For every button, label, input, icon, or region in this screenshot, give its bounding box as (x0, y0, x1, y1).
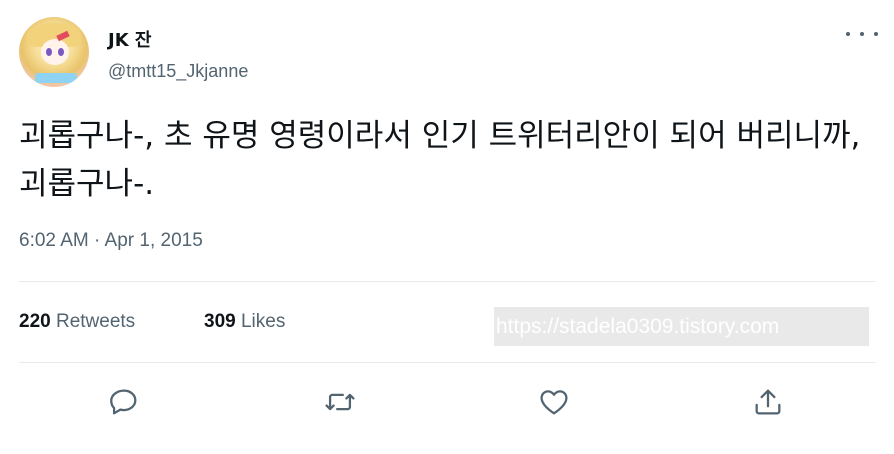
user-handle[interactable]: @tmtt15_Jkjanne (108, 61, 248, 82)
tweet-text: 괴롭구나-, 초 유명 영령이라서 인기 트위터리안이 되어 버리니까, 괴롭구… (19, 118, 861, 202)
retweets-count: 220 (19, 311, 51, 332)
watermark: https://stadela0309.tistory.com (494, 307, 869, 346)
avatar-eye-right (58, 48, 64, 56)
avatar-eye-left (46, 48, 52, 56)
tweet-actions (0, 382, 894, 422)
retweets-stat[interactable]: 220 Retweets (19, 311, 135, 333)
more-horizontal-icon (846, 32, 850, 36)
retweets-label: Retweets (55, 311, 136, 332)
likes-stat[interactable]: 309 Likes (204, 311, 285, 333)
like-button[interactable] (534, 382, 574, 422)
heart-icon (540, 390, 568, 415)
retweet-button[interactable] (320, 382, 360, 422)
avatar-tag (35, 73, 77, 83)
divider (19, 362, 876, 363)
more-horizontal-icon (860, 32, 864, 36)
more-horizontal-icon (874, 32, 878, 36)
likes-count: 309 (204, 311, 236, 332)
reply-icon (110, 389, 137, 415)
likes-label: Likes (240, 311, 286, 332)
more-options-button[interactable] (846, 26, 878, 42)
display-name[interactable]: JK 잔 (108, 26, 151, 52)
avatar[interactable] (19, 17, 89, 87)
reply-button[interactable] (104, 382, 144, 422)
retweet-icon (325, 393, 355, 411)
divider (19, 281, 876, 282)
tweet-timestamp[interactable]: 6:02 AM · Apr 1, 2015 (19, 230, 203, 252)
share-icon (755, 389, 781, 415)
share-button[interactable] (748, 382, 788, 422)
